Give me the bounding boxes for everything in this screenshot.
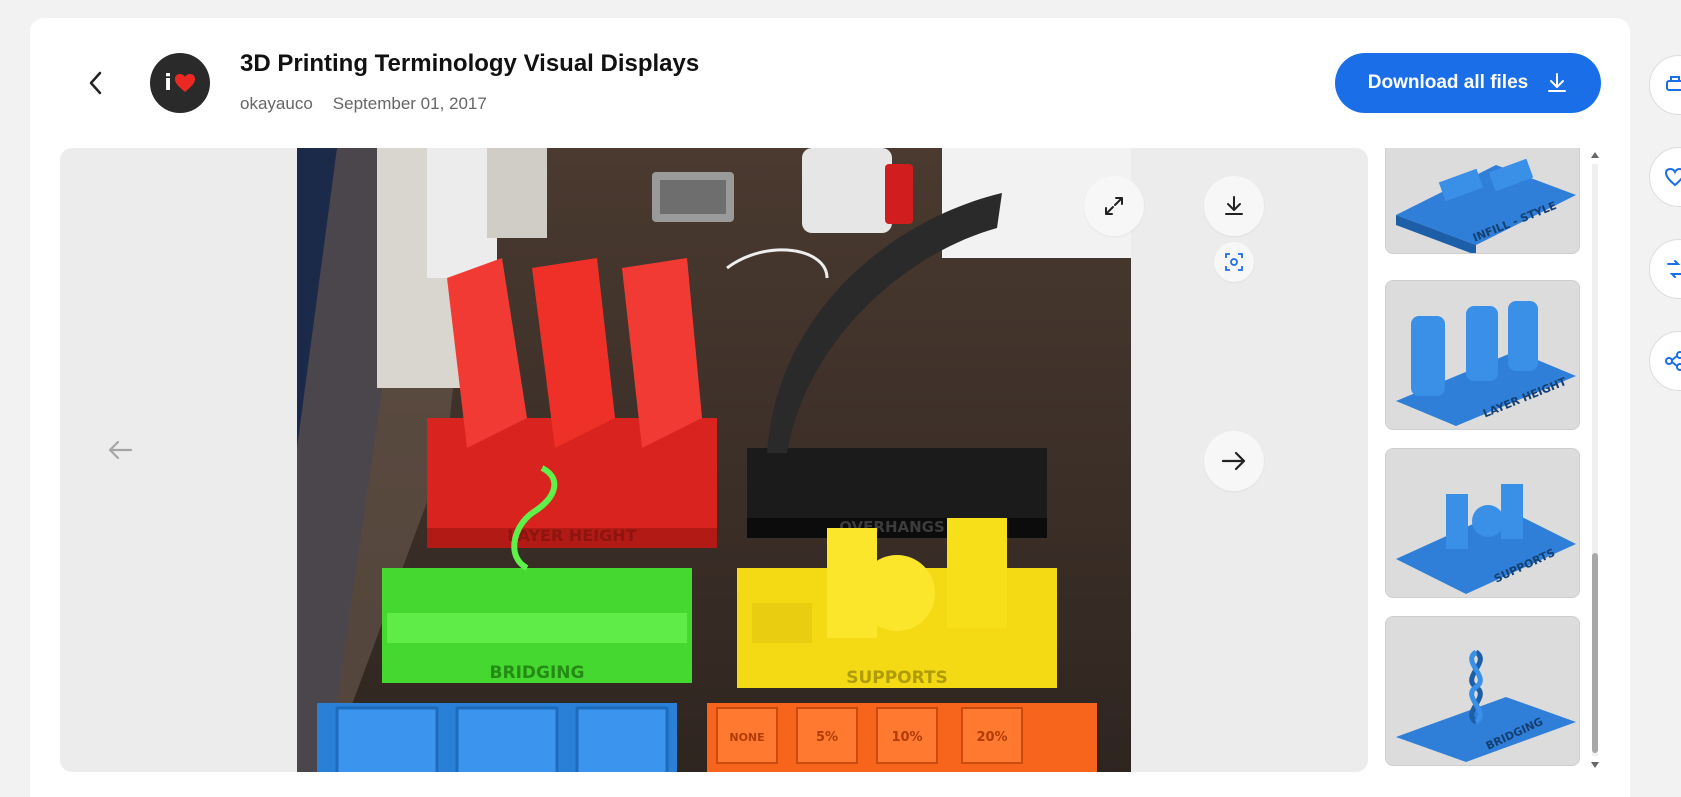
share-button[interactable] <box>1649 331 1681 391</box>
print-button[interactable] <box>1649 55 1681 115</box>
remix-icon <box>1667 260 1681 278</box>
scroll-down-arrow[interactable] <box>1590 760 1600 770</box>
thumbnail-image: LAYER HEIGHT <box>1386 281 1579 429</box>
meta-line: okayauco September 01, 2017 <box>240 94 487 114</box>
main-photo: LAYER HEIGHT OVERHANGS BRIDGING SUPPORTS… <box>297 148 1131 772</box>
download-all-button[interactable]: Download all files <box>1335 53 1601 113</box>
infill-cell-none: NONE <box>729 731 764 744</box>
heart-outline-icon <box>1664 167 1681 187</box>
shell-thickness-model <box>317 703 677 772</box>
share-icon <box>1665 351 1681 371</box>
download-icon <box>1548 73 1567 92</box>
image-viewer[interactable]: LAYER HEIGHT OVERHANGS BRIDGING SUPPORTS… <box>60 148 1368 772</box>
focus-view-button[interactable] <box>1214 242 1254 282</box>
back-button[interactable] <box>76 63 116 103</box>
infill-cell-5: 5% <box>816 730 838 745</box>
next-image-button[interactable] <box>1204 431 1264 491</box>
arrow-left-icon <box>108 440 133 460</box>
thumbnail-image: INFILL - STYLE <box>1386 148 1579 253</box>
download-image-button[interactable] <box>1204 176 1264 236</box>
label-supports: SUPPORTS <box>846 668 948 688</box>
layer-height-model: LAYER HEIGHT <box>427 258 717 548</box>
thumbnail-scrollbar[interactable] <box>1589 148 1601 772</box>
like-button[interactable] <box>1649 147 1681 207</box>
infill-cell-10: 10% <box>891 730 922 745</box>
scroll-thumb[interactable] <box>1592 553 1598 753</box>
scroll-up-arrow[interactable] <box>1590 150 1600 160</box>
focus-scan-icon <box>1225 253 1243 271</box>
avatar-letter: i <box>164 70 172 96</box>
fullscreen-button[interactable] <box>1084 176 1144 236</box>
download-all-label: Download all files <box>1367 72 1529 93</box>
chevron-left-icon <box>89 71 102 95</box>
infill-cell-20: 20% <box>976 730 1007 745</box>
download-icon <box>1225 196 1243 215</box>
previous-image-button[interactable] <box>100 430 140 470</box>
photo-illustration: LAYER HEIGHT OVERHANGS BRIDGING SUPPORTS… <box>297 148 1131 772</box>
printer-icon <box>1666 76 1681 91</box>
thumbnail-supports[interactable]: SUPPORTS <box>1385 448 1580 598</box>
author-link[interactable]: okayauco <box>240 94 313 114</box>
remix-button[interactable] <box>1649 239 1681 299</box>
thumbnail-bridging[interactable]: BRIDGING <box>1385 616 1580 766</box>
arrow-right-icon <box>1221 451 1246 471</box>
avatar[interactable]: i <box>150 53 210 113</box>
thumbnail-layer-height[interactable]: LAYER HEIGHT <box>1385 280 1580 430</box>
thumbnail-image: SUPPORTS <box>1386 449 1579 597</box>
expand-icon <box>1105 197 1123 215</box>
infill-percentage-model: NONE 5% 10% 20% <box>707 703 1097 772</box>
publish-date: September 01, 2017 <box>332 94 487 113</box>
thumbnail-infill-style[interactable]: INFILL - STYLE <box>1385 148 1580 254</box>
label-bridging: BRIDGING <box>490 663 585 683</box>
thumbnail-strip[interactable]: INFILL - STYLE LAYER HEIGHT SUPPORTS BRI… <box>1385 148 1580 772</box>
page-title: 3D Printing Terminology Visual Displays <box>240 50 700 77</box>
label-layer-height: LAYER HEIGHT <box>507 526 636 545</box>
heart-icon <box>174 74 195 92</box>
thumbnail-image: BRIDGING <box>1386 617 1579 765</box>
